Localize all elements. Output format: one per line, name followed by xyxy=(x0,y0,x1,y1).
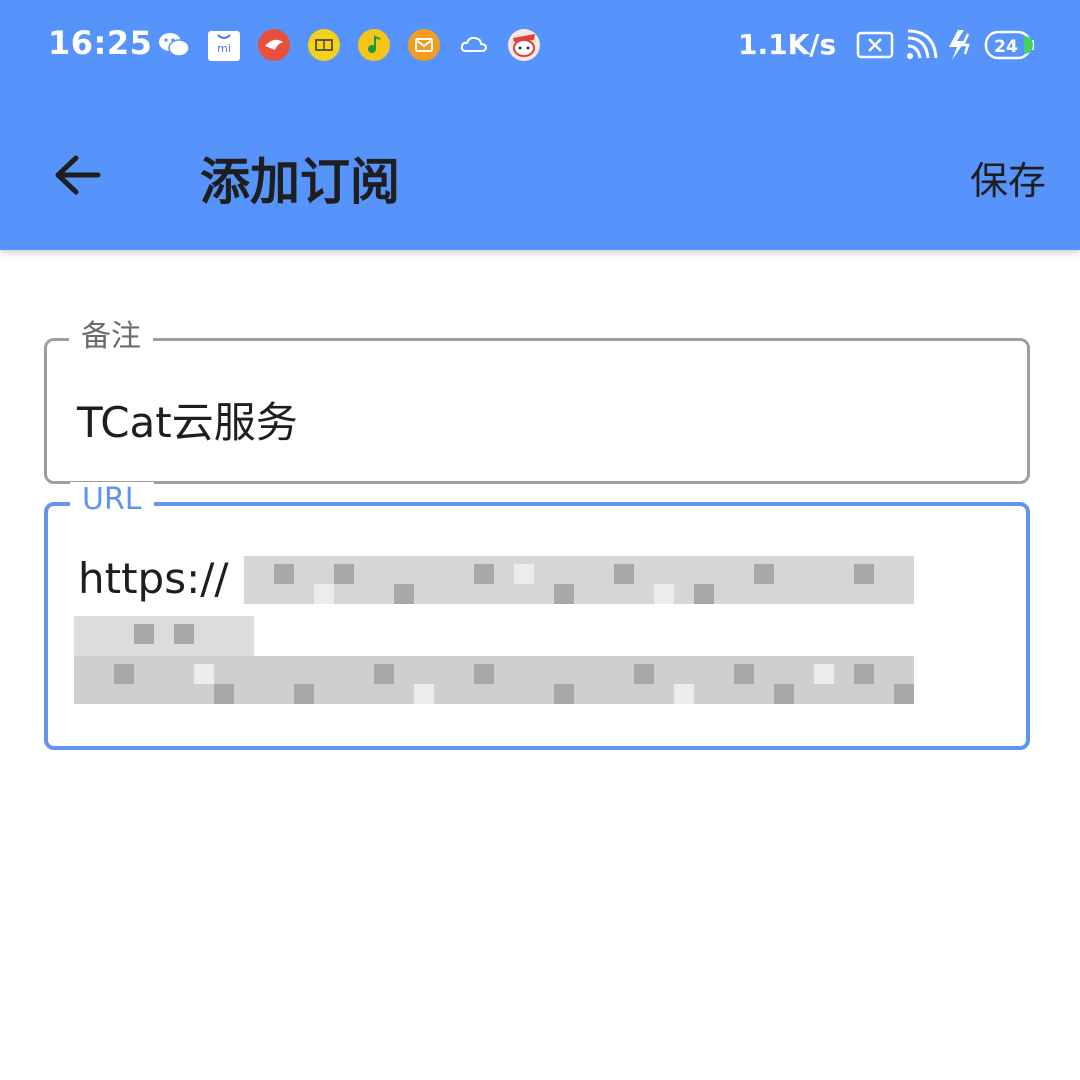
status-bar: 16:25 mi 1.1K/s 24 xyxy=(0,0,1080,92)
charging-icon xyxy=(946,28,976,62)
yellow-app-icon xyxy=(307,28,341,62)
arrow-left-icon xyxy=(55,155,101,195)
network-speed: 1.1K/s xyxy=(738,28,837,61)
url-label: URL xyxy=(70,482,154,518)
svg-text:mi: mi xyxy=(217,42,231,55)
music-icon xyxy=(357,28,391,62)
redaction-mosaic xyxy=(74,556,914,704)
status-time: 16:25 xyxy=(48,24,153,62)
save-button[interactable]: 保存 xyxy=(970,150,1046,205)
back-button[interactable] xyxy=(52,150,102,200)
mail-icon xyxy=(407,28,441,62)
url-input[interactable]: https:// xyxy=(78,554,229,603)
note-input[interactable]: TCat云服务 xyxy=(77,389,298,450)
app-bar: 16:25 mi 1.1K/s 24 添加订阅 保存 xyxy=(0,0,1080,250)
battery-icon: 24 xyxy=(984,28,1036,62)
red-bird-icon xyxy=(257,28,291,62)
page-title: 添加订阅 xyxy=(200,153,400,211)
wifi-icon xyxy=(904,28,938,62)
cloud-icon xyxy=(457,28,491,62)
mi-store-icon: mi xyxy=(207,28,241,62)
game-icon xyxy=(507,28,541,62)
sim-off-icon xyxy=(856,28,894,62)
url-field[interactable]: URL https:// xyxy=(44,482,1030,750)
note-label: 备注 xyxy=(69,319,153,355)
wechat-icon xyxy=(157,28,191,62)
battery-level: 24 xyxy=(994,37,1018,57)
note-field[interactable]: 备注 TCat云服务 xyxy=(44,319,1030,484)
